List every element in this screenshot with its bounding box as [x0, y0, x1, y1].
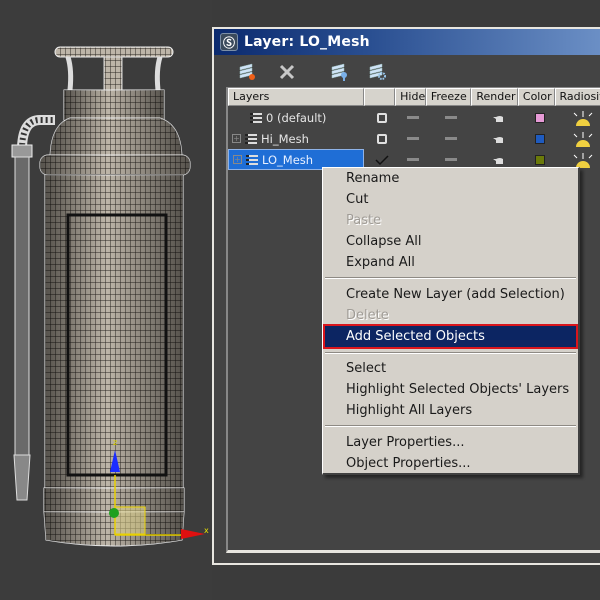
- col-hide[interactable]: Hide: [395, 88, 426, 106]
- menu-item-collapse-all[interactable]: Collapse All: [325, 231, 576, 252]
- dash-icon: [406, 158, 419, 161]
- dash-icon: [445, 158, 457, 161]
- col-freeze[interactable]: Freeze: [425, 88, 472, 106]
- handle: [54, 46, 174, 121]
- render-toggle[interactable]: [474, 128, 521, 149]
- column-header: Layers Hide Freeze Render Color Radiosit: [228, 88, 600, 106]
- current-layer-toggle[interactable]: [366, 107, 397, 128]
- x-axis-arrow-icon: [181, 529, 205, 539]
- menu-item-paste: Paste: [346, 213, 382, 228]
- layer-name-cell[interactable]: + Hi_Mesh: [228, 128, 364, 149]
- color-swatch: [534, 154, 545, 165]
- radiosity-toggle[interactable]: [558, 107, 600, 128]
- menu-item-rename[interactable]: Rename: [325, 168, 576, 189]
- layer-name-cell[interactable]: 0 (default): [228, 107, 364, 128]
- teapot-icon: [492, 136, 503, 143]
- menu-item-object-properties[interactable]: Object Properties...: [325, 453, 576, 474]
- freeze-toggle[interactable]: [428, 128, 474, 149]
- layer-gear-icon: [369, 63, 386, 80]
- viewport-3d[interactable]: z x: [0, 0, 212, 600]
- color-swatch-cell[interactable]: [521, 128, 558, 149]
- dash-icon: [406, 137, 419, 140]
- menu-item-select[interactable]: Select: [325, 358, 576, 379]
- layer-settings-button[interactable]: [366, 61, 388, 83]
- layer-name: LO_Mesh: [262, 152, 314, 167]
- svg-text:x: x: [204, 526, 209, 535]
- layer-stack-icon: [246, 154, 258, 165]
- dash-icon: [445, 116, 457, 119]
- checkmark-icon: [374, 154, 389, 165]
- color-swatch: [534, 133, 545, 144]
- dash-icon: [445, 137, 457, 140]
- menu-separator: [325, 352, 576, 354]
- teapot-icon: [492, 115, 503, 122]
- menu-item-cut[interactable]: Cut: [325, 189, 576, 210]
- layer-add-icon: [331, 63, 347, 81]
- teapot-icon: [492, 157, 503, 164]
- menu-item-highlight-all-layers[interactable]: Highlight All Layers: [325, 400, 576, 421]
- checkbox-empty-icon: [376, 133, 387, 144]
- radiosity-toggle[interactable]: [558, 128, 600, 149]
- menu-separator: [325, 425, 576, 427]
- delete-layer-button[interactable]: [276, 61, 298, 83]
- layer-row[interactable]: 0 (default): [228, 107, 600, 128]
- render-toggle[interactable]: [474, 107, 521, 128]
- fire-extinguisher-model[interactable]: z x: [0, 0, 212, 600]
- radiosity-sun-icon: [573, 131, 593, 147]
- layer-new-icon: [239, 63, 255, 80]
- checkbox-empty-icon: [376, 112, 387, 123]
- menu-item-add-selected-objects[interactable]: Add Selected Objects: [323, 324, 578, 349]
- hide-toggle[interactable]: [397, 107, 428, 128]
- menu-item-create-new-layer[interactable]: Create New Layer (add Selection): [325, 284, 576, 305]
- create-new-layer-button[interactable]: [236, 61, 258, 83]
- col-current[interactable]: [364, 88, 396, 106]
- expand-plus-icon[interactable]: +: [233, 155, 242, 164]
- col-layers[interactable]: Layers: [228, 88, 365, 106]
- title-bar[interactable]: Ⓢ Layer: LO_Mesh: [214, 29, 600, 55]
- color-swatch: [534, 112, 545, 123]
- close-x-icon: [279, 64, 295, 80]
- freeze-toggle[interactable]: [428, 107, 474, 128]
- context-menu: Rename Cut Paste Collapse All Expand All…: [322, 167, 580, 475]
- current-layer-toggle[interactable]: [366, 128, 397, 149]
- layer-stack-icon: [245, 133, 257, 144]
- svg-text:z: z: [113, 438, 117, 447]
- 3ds-max-icon[interactable]: Ⓢ: [220, 33, 238, 51]
- col-render[interactable]: Render: [471, 88, 518, 106]
- col-color[interactable]: Color: [517, 88, 555, 106]
- menu-item-delete: Delete: [346, 308, 389, 323]
- col-radiosity[interactable]: Radiosit: [554, 88, 600, 106]
- layer-stack-icon: [250, 112, 262, 123]
- add-selection-to-layer-button[interactable]: [328, 61, 350, 83]
- layer-name: 0 (default): [266, 110, 327, 125]
- toolbar: [214, 57, 600, 87]
- expand-plus-icon[interactable]: +: [232, 134, 241, 143]
- color-swatch-cell[interactable]: [521, 107, 558, 128]
- menu-item-highlight-selected-objects-layers[interactable]: Highlight Selected Objects' Layers: [325, 379, 576, 400]
- layer-name: Hi_Mesh: [261, 131, 309, 146]
- layer-row[interactable]: + Hi_Mesh: [228, 128, 600, 149]
- radiosity-sun-icon: [573, 110, 593, 126]
- dash-icon: [406, 116, 419, 119]
- hide-toggle[interactable]: [397, 128, 428, 149]
- screen: z x Ⓢ Layer: LO_Mesh Layers Hide Freeze …: [0, 0, 600, 600]
- menu-item-layer-properties[interactable]: Layer Properties...: [325, 432, 576, 453]
- window-title: Layer: LO_Mesh: [244, 34, 370, 50]
- menu-separator: [325, 277, 576, 279]
- radiosity-sun-icon: [573, 152, 593, 168]
- menu-item-expand-all[interactable]: Expand All: [325, 252, 576, 273]
